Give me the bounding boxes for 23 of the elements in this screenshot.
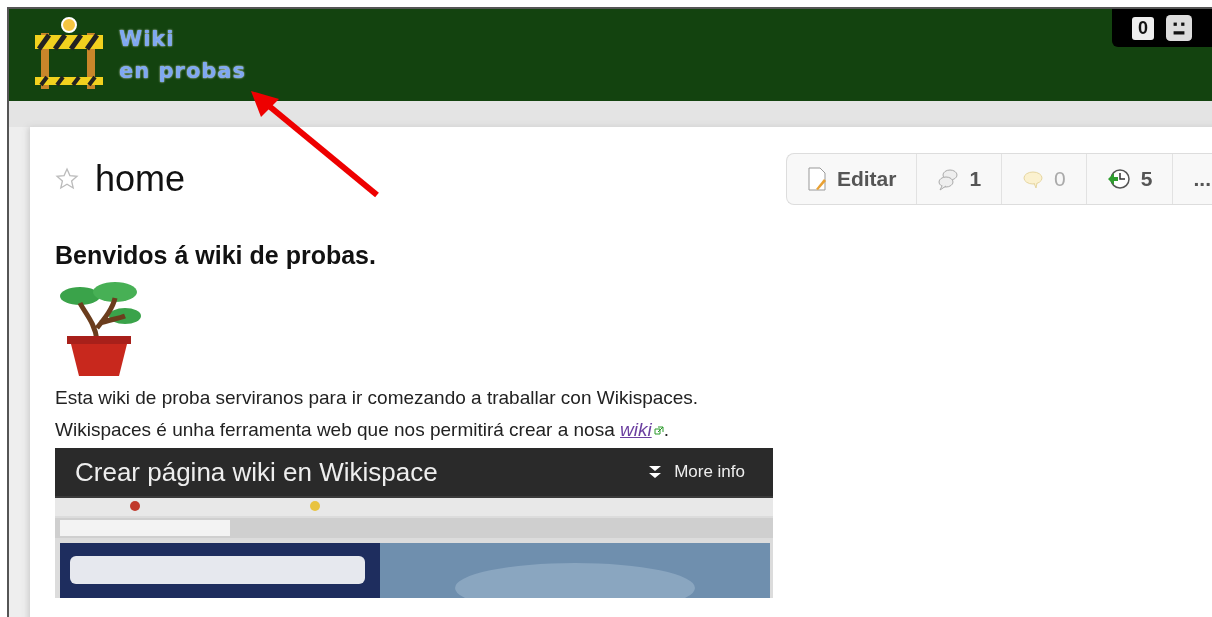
- avatar-face-icon[interactable]: [1166, 15, 1192, 41]
- clock-arrow-icon: [1106, 167, 1131, 191]
- section-heading: Benvidos á wiki de probas.: [55, 241, 377, 270]
- wiki-link[interactable]: wiki: [620, 419, 652, 440]
- star-icon[interactable]: [55, 167, 79, 191]
- double-chevron-down-icon: [648, 465, 663, 479]
- wiki-title[interactable]: Wiki: [119, 24, 247, 54]
- document-pencil-icon: [806, 167, 827, 191]
- notification-count[interactable]: 0: [1132, 16, 1154, 40]
- wiki-title[interactable]: en probas: [119, 56, 247, 86]
- more-info-button[interactable]: More info: [648, 462, 745, 482]
- links-button[interactable]: 1: [917, 154, 1003, 204]
- video-title: Crear página wiki en Wikispace: [75, 456, 438, 488]
- comment-icon: [1022, 168, 1045, 190]
- page-title: home: [95, 158, 187, 200]
- chat-bubbles-icon: [937, 167, 960, 191]
- history-button[interactable]: 5: [1086, 154, 1174, 204]
- video-player[interactable]: Crear página wiki en Wikispace More info: [55, 448, 773, 598]
- paragraph: Wikispaces é unha ferramenta web que nos permitirá crear a nosa wiki .: [55, 418, 670, 442]
- external-link-icon: [653, 426, 664, 436]
- edit-button[interactable]: Editar: [786, 154, 918, 204]
- more-button[interactable]: ...: [1173, 154, 1212, 204]
- paragraph: Esta wiki de proba serviranos para ir comezando a traballar con Wikispaces.: [55, 386, 700, 410]
